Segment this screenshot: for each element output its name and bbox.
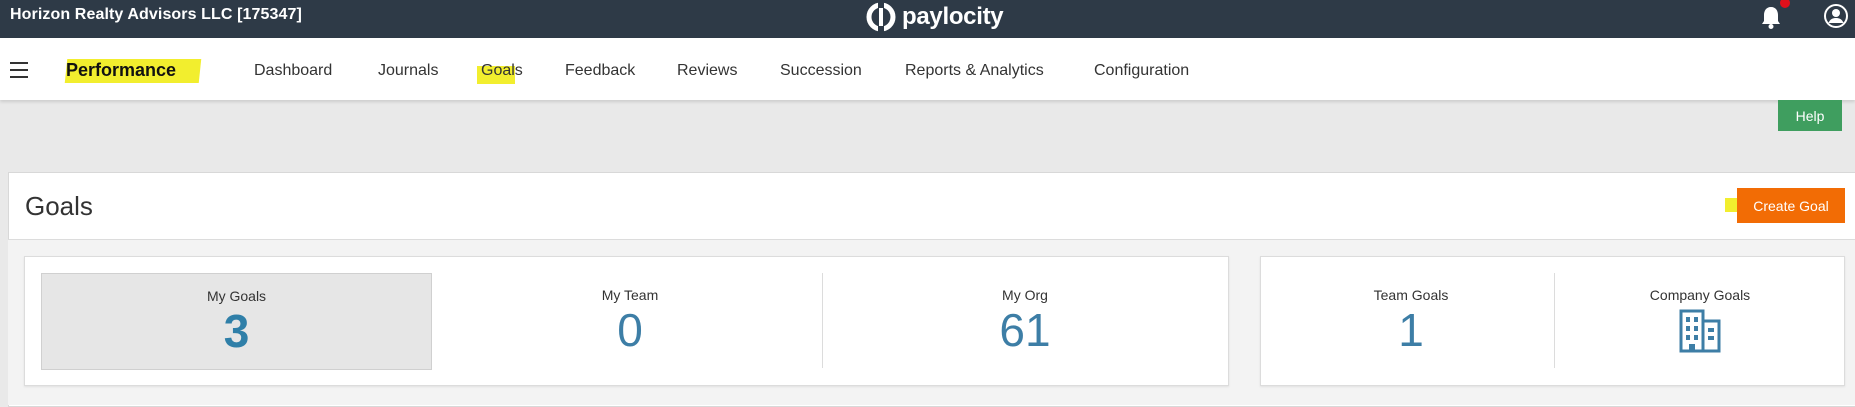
- top-bar: Horizon Realty Advisors LLC [175347] pay…: [0, 0, 1855, 38]
- tile-count: 3: [223, 305, 250, 357]
- tile-count: 61: [999, 304, 1051, 356]
- tile-label: My Team: [601, 287, 659, 303]
- tile-label: Company Goals: [1649, 287, 1751, 303]
- tile-count: 0: [617, 304, 643, 356]
- nav-journals[interactable]: Journals: [378, 62, 438, 80]
- nav-goals[interactable]: Goals: [481, 62, 523, 80]
- tile-team-goals[interactable]: Team Goals 1: [1271, 273, 1551, 368]
- company-name: Horizon Realty Advisors LLC [175347]: [10, 6, 302, 23]
- team-company-summary-card: Team Goals 1 Company Goals: [1260, 256, 1845, 386]
- tile-count: 1: [1398, 304, 1424, 356]
- tile-my-goals[interactable]: My Goals 3: [41, 273, 432, 370]
- help-button[interactable]: Help: [1778, 100, 1842, 131]
- tile-my-team[interactable]: My Team 0: [455, 273, 805, 368]
- tile-label: My Goals: [206, 288, 267, 304]
- tile-label: Team Goals: [1373, 287, 1449, 303]
- notification-badge: [1780, 0, 1790, 8]
- notification-bell-icon[interactable]: [1757, 3, 1785, 31]
- divider: [1554, 273, 1555, 368]
- tile-my-org[interactable]: My Org 61: [845, 273, 1205, 368]
- user-profile-icon[interactable]: [1822, 2, 1850, 30]
- nav-reviews[interactable]: Reviews: [677, 62, 737, 80]
- paylocity-logo-icon: [866, 2, 896, 32]
- nav-succession[interactable]: Succession: [780, 62, 862, 80]
- divider: [822, 273, 823, 368]
- tile-label: My Org: [1002, 287, 1048, 303]
- logo-text: paylocity: [902, 3, 1004, 30]
- nav-configuration[interactable]: Configuration: [1094, 62, 1189, 80]
- highlight-mark: [1725, 198, 1737, 212]
- nav-reports-analytics[interactable]: Reports & Analytics: [905, 62, 1044, 80]
- building-icon: [1679, 309, 1721, 353]
- page-title: Goals: [25, 191, 93, 221]
- my-goals-summary-card: My Goals 3 My Team 0 My Org 61: [24, 256, 1229, 386]
- create-goal-button[interactable]: Create Goal: [1737, 188, 1845, 223]
- paylocity-logo: paylocity: [866, 0, 1004, 34]
- module-title: Performance: [66, 60, 177, 80]
- nav-feedback[interactable]: Feedback: [565, 62, 635, 80]
- tile-company-goals[interactable]: Company Goals: [1561, 273, 1839, 368]
- nav-dashboard[interactable]: Dashboard: [254, 62, 332, 80]
